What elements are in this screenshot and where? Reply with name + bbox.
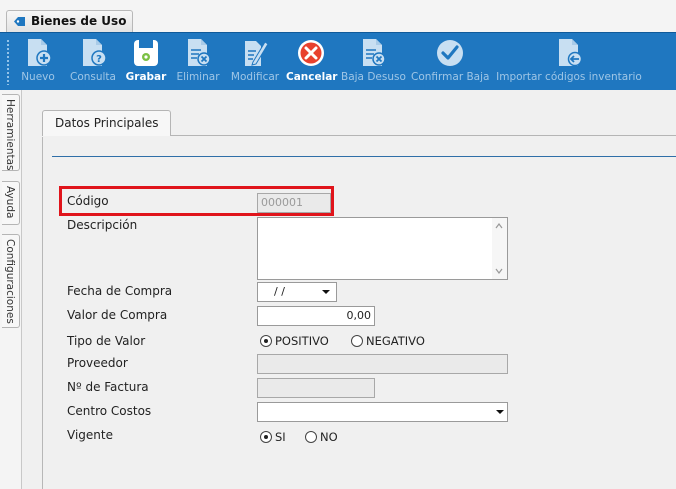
- document-tab-bienes-de-uso[interactable]: Bienes de Uso: [6, 10, 134, 32]
- document-tab-title: Bienes de Uso: [31, 14, 127, 28]
- panel-border: [42, 135, 43, 489]
- confirmar-baja-button[interactable]: Confirmar Baja: [411, 36, 489, 88]
- fecha-compra-picker[interactable]: / /: [257, 282, 337, 302]
- main-content: Datos Principales Código 000001 Descripc…: [22, 90, 676, 489]
- tag-icon: [14, 17, 25, 26]
- side-tab-herramientas-label: Herramientas: [4, 99, 16, 171]
- svg-text:?: ?: [96, 54, 102, 65]
- save-icon: [134, 40, 158, 66]
- side-tab-configuraciones[interactable]: Configuraciones: [2, 234, 20, 328]
- new-doc-icon: [28, 39, 52, 66]
- retire-doc-icon: [363, 39, 386, 66]
- nro-factura-label: Nº de Factura: [67, 380, 149, 394]
- tipo-valor-negativo-label: NEGATIVO: [366, 334, 425, 348]
- codigo-field: 000001: [257, 193, 331, 213]
- valor-compra-label: Valor de Compra: [67, 308, 168, 322]
- scroll-down-icon[interactable]: [495, 267, 503, 275]
- descripcion-label: Descripción: [67, 218, 138, 232]
- scroll-up-icon[interactable]: [495, 222, 503, 230]
- delete-doc-icon: [188, 39, 211, 66]
- side-tab-herramientas[interactable]: Herramientas: [2, 94, 20, 171]
- side-tab-configuraciones-label: Configuraciones: [4, 239, 16, 324]
- centro-costos-select[interactable]: [257, 402, 508, 422]
- toolbar-grip-handle[interactable]: [6, 39, 10, 85]
- consulta-label: Consulta: [69, 71, 116, 83]
- tipo-valor-positivo-label: POSITIVO: [275, 334, 329, 348]
- radio-selected-icon: [260, 335, 272, 347]
- confirmar-baja-label: Confirmar Baja: [411, 71, 490, 83]
- importar-codigos-button[interactable]: Importar códigos inventario: [496, 36, 642, 88]
- vigente-label: Vigente: [67, 428, 113, 442]
- edit-doc-icon: [245, 41, 269, 66]
- modificar-button[interactable]: Modificar: [229, 36, 281, 88]
- consulta-button[interactable]: ? Consulta: [68, 36, 118, 88]
- fecha-compra-label: Fecha de Compra: [67, 284, 173, 298]
- baja-desuso-button[interactable]: Baja Desuso: [341, 36, 406, 88]
- document-tab-strip: Bienes de Uso: [0, 0, 676, 32]
- query-doc-icon: ?: [83, 39, 107, 66]
- radio-selected-icon: [260, 431, 272, 443]
- proveedor-label: Proveedor: [67, 356, 128, 370]
- proveedor-field: [257, 354, 508, 374]
- codigo-label: Código: [67, 194, 109, 208]
- nuevo-label: Nuevo: [21, 71, 55, 83]
- import-doc-icon: [559, 39, 583, 67]
- descripcion-scrollbar[interactable]: [492, 218, 507, 279]
- vigente-no-radio[interactable]: NO: [305, 430, 338, 444]
- vigente-no-label: NO: [320, 430, 338, 444]
- grabar-button[interactable]: Grabar: [125, 36, 167, 88]
- section-divider: [52, 156, 676, 157]
- radio-unselected-icon: [305, 431, 317, 443]
- side-tab-strip: Herramientas Ayuda Configuraciones: [0, 90, 22, 489]
- importar-codigos-label: Importar códigos inventario: [496, 71, 642, 83]
- tipo-valor-negativo-radio[interactable]: NEGATIVO: [351, 334, 425, 348]
- nro-factura-field: [257, 378, 375, 398]
- baja-desuso-label: Baja Desuso: [341, 71, 406, 83]
- nuevo-button[interactable]: Nuevo: [18, 36, 58, 88]
- vigente-si-label: SI: [275, 430, 286, 444]
- cancel-icon: [298, 40, 324, 66]
- tipo-valor-positivo-radio[interactable]: POSITIVO: [260, 334, 329, 348]
- chevron-down-icon: [496, 410, 504, 414]
- side-tab-ayuda-label: Ayuda: [4, 186, 16, 219]
- centro-costos-label: Centro Costos: [67, 404, 152, 418]
- vigente-si-radio[interactable]: SI: [260, 430, 286, 444]
- modificar-label: Modificar: [230, 71, 280, 83]
- eliminar-label: Eliminar: [176, 71, 220, 83]
- grabar-label: Grabar: [125, 71, 167, 83]
- descripcion-textarea[interactable]: [257, 217, 508, 280]
- radio-unselected-icon: [351, 335, 363, 347]
- tab-datos-principales-label: Datos Principales: [55, 116, 159, 130]
- side-tab-ayuda[interactable]: Ayuda: [2, 181, 20, 225]
- fecha-compra-value: / /: [274, 285, 285, 298]
- cancelar-label: Cancelar: [286, 71, 338, 83]
- tipo-valor-label: Tipo de Valor: [67, 334, 146, 348]
- valor-compra-field[interactable]: 0,00: [257, 306, 375, 326]
- chevron-down-icon: [322, 290, 330, 294]
- main-toolbar: Nuevo ? Consulta Grabar Eliminar Modific…: [0, 32, 676, 90]
- cancelar-button[interactable]: Cancelar: [286, 36, 338, 88]
- confirm-check-icon: [437, 40, 463, 66]
- eliminar-button[interactable]: Eliminar: [176, 36, 220, 88]
- tab-datos-principales[interactable]: Datos Principales: [42, 110, 172, 137]
